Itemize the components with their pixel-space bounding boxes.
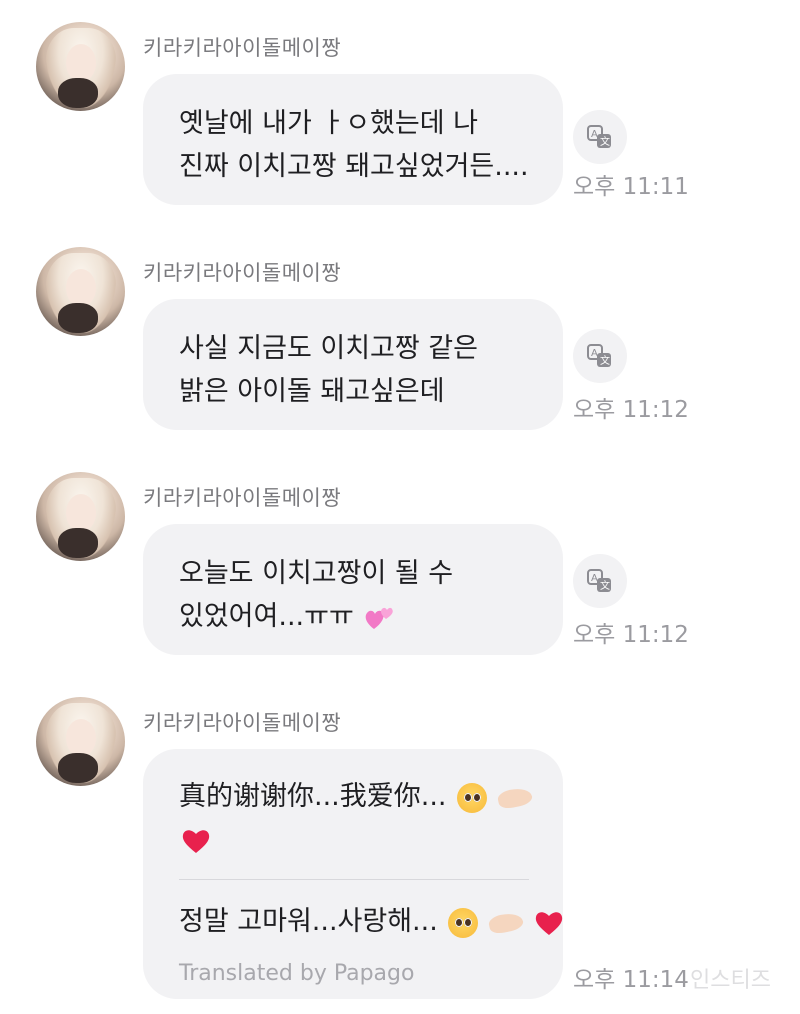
message-line: 있었어여...ㅠㅠ [179,601,354,632]
message-line-row: 있었어여...ㅠㅠ [179,595,527,638]
translate-icon: A 文 [587,125,611,148]
translated-by-label: Translated by Papago [179,961,415,986]
svg-text:A: A [591,129,598,140]
message-bubble[interactable]: 真的谢谢你...我爱你... 정말 고마워...사랑해... Translate… [143,749,563,999]
message-line: 오늘도 이치고짱이 될 수 [179,558,454,589]
avatar[interactable] [36,247,125,336]
message-bubble[interactable]: 오늘도 이치고짱이 될 수 있었어여...ㅠㅠ [143,524,563,655]
sender-name: 키라키라아이돌메이짱 [143,486,342,510]
translated-text: 정말 고마워...사랑해... [179,906,438,937]
avatar[interactable] [36,472,125,561]
original-line-row: 真的谢谢你...我爱你... [179,775,534,818]
avatar[interactable] [36,697,125,786]
translation-divider [179,879,529,880]
sender-name: 키라키라아이돌메이짱 [143,36,342,60]
translate-button[interactable]: A 文 [573,554,627,608]
svg-text:文: 文 [600,579,610,592]
translate-icon: A 文 [587,344,611,367]
original-text: 真的谢谢你...我爱你... [179,781,447,812]
red-heart-emoji [535,911,562,935]
message-bubble[interactable]: 옛날에 내가 ㅏㅇ했는데 나 진짜 이치고짱 돼고싶었거든.... [143,74,563,205]
message-bubble[interactable]: 사실 지금도 이치고짱 같은 밝은 아이돌 돼고싶은데 [143,299,563,430]
palms-up-hands-emoji [496,785,534,810]
message-line: 진짜 이치고짱 돼고싶었거든.... [179,151,529,182]
message-time: 오후 11:14 [573,967,689,993]
svg-text:A: A [591,573,598,584]
palms-up-hands-emoji [487,910,525,935]
chat-thread: 키라키라아이돌메이짱 옛날에 내가 ㅏㅇ했는데 나 진짜 이치고짱 돼고싶었거든… [0,0,800,1014]
pleading-face-emoji [457,782,488,813]
original-line-row [179,818,527,861]
message-line: 밝은 아이돌 돼고싶은데 [179,376,445,407]
avatar[interactable] [36,22,125,111]
svg-text:文: 文 [600,354,610,367]
translate-button[interactable]: A 文 [573,110,627,164]
message-time: 오후 11:12 [573,397,689,423]
sender-name: 키라키라아이돌메이짱 [143,711,342,735]
svg-text:文: 文 [600,135,610,148]
two-hearts-emoji [366,607,394,629]
watermark: 인스티즈 [690,968,771,993]
translated-line-row: 정말 고마워...사랑해... [179,900,562,943]
sender-name: 키라키라아이돌메이짱 [143,261,342,285]
red-heart-emoji [182,829,210,853]
translate-icon: A 文 [587,569,611,592]
pleading-face-emoji [448,907,479,938]
message-time: 오후 11:11 [573,174,689,200]
message-line: 사실 지금도 이치고짱 같은 [179,333,478,364]
svg-text:A: A [591,348,598,359]
message-line: 옛날에 내가 ㅏㅇ했는데 나 [179,108,478,139]
message-time: 오후 11:12 [573,622,689,648]
translate-button[interactable]: A 文 [573,329,627,383]
